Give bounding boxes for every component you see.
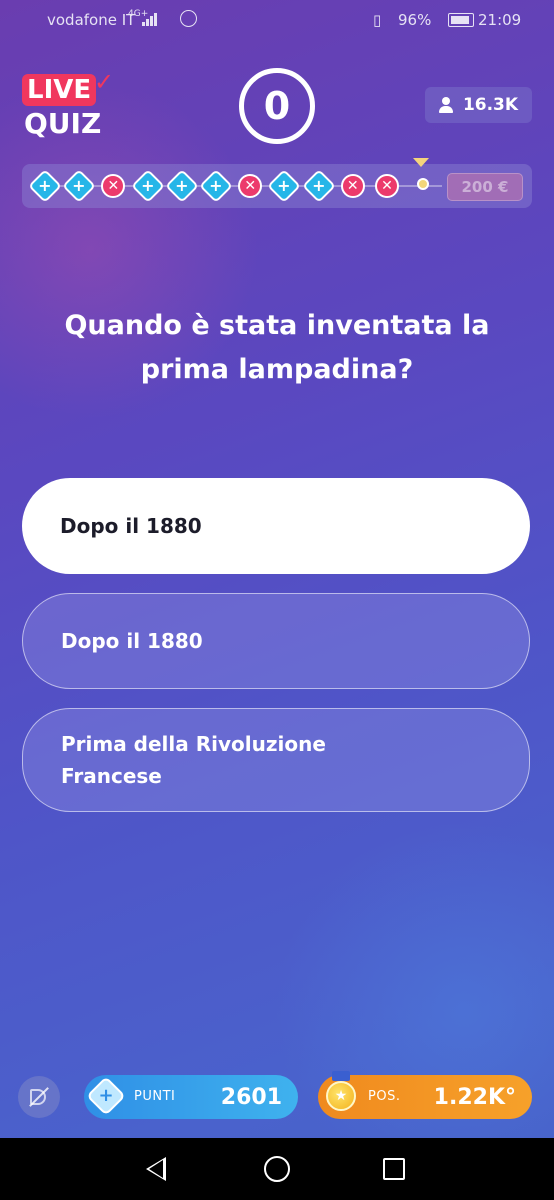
person-icon	[438, 97, 453, 113]
position-value: 1.22K°	[433, 1085, 516, 1110]
system-navigation-bar	[0, 1138, 554, 1200]
live-quiz-logo: LIVE ✓ QUIZ	[22, 68, 122, 142]
step-correct-icon: +	[28, 169, 62, 203]
step-correct-icon: +	[267, 169, 302, 203]
answer-option-1[interactable]: Dopo il 1880	[22, 478, 530, 574]
medal-ribbon	[332, 1071, 350, 1081]
vibrate-icon: ▯	[373, 11, 382, 29]
step-correct-icon: +	[62, 169, 97, 203]
mute-audio-icon[interactable]	[18, 1076, 60, 1118]
whatsapp-icon	[180, 10, 197, 27]
answer-option-2-label: Dopo il 1880	[61, 629, 203, 653]
viewers-badge: 16.3K	[425, 87, 532, 123]
step-correct-icon: +	[199, 169, 233, 203]
signal-icon	[142, 13, 157, 26]
step-wrong-icon: ✕	[375, 174, 399, 198]
status-bar: vodafone IT 4G+ ▯ 96% 21:09	[0, 0, 554, 40]
step-correct-icon: +	[164, 169, 199, 203]
battery-icon	[448, 13, 474, 27]
position-pill[interactable]: ★ POS. 1.22K°	[318, 1071, 532, 1119]
logo-quiz-text: QUIZ	[24, 107, 102, 140]
prize-badge: 200 €	[447, 173, 523, 201]
live-quiz-screen: vodafone IT 4G+ ▯ 96% 21:09 LIVE ✓ QUIZ …	[0, 0, 554, 1200]
answer-option-2[interactable]: Dopo il 1880	[22, 593, 530, 689]
home-icon[interactable]	[264, 1156, 290, 1182]
question-text: Quando è stata inventata la prima lampad…	[64, 310, 490, 385]
step-correct-icon: +	[301, 169, 336, 203]
step-wrong-icon: ✕	[340, 174, 365, 198]
answer-option-3-label: Prima della Rivoluzione Francese	[61, 732, 326, 788]
progress-endpoint	[417, 178, 429, 190]
points-plus-icon: +	[86, 1076, 126, 1116]
logo-live-text: LIVE	[22, 74, 97, 106]
step-correct-icon: +	[130, 169, 165, 203]
points-value: 2601	[220, 1085, 282, 1110]
clock: 21:09	[478, 11, 522, 29]
logo-check-icon: ✓	[94, 68, 115, 96]
battery-percent: 96%	[398, 11, 432, 29]
medal-icon: ★	[326, 1081, 356, 1111]
answer-option-3[interactable]: Prima della Rivoluzione Francese	[22, 708, 530, 812]
back-icon[interactable]	[146, 1157, 166, 1181]
recent-apps-icon[interactable]	[383, 1158, 405, 1180]
step-wrong-icon: ✕	[238, 174, 263, 198]
question-counter: 0	[239, 68, 315, 144]
carrier-label: vodafone IT	[47, 11, 136, 29]
viewers-count: 16.3K	[462, 95, 519, 115]
points-label: PUNTI	[134, 1089, 176, 1104]
step-wrong-icon: ✕	[101, 174, 126, 198]
answer-option-1-label: Dopo il 1880	[60, 514, 202, 538]
current-position-marker-icon	[413, 158, 429, 167]
position-label: POS.	[368, 1089, 401, 1104]
points-pill[interactable]: + PUNTI 2601	[84, 1075, 298, 1119]
